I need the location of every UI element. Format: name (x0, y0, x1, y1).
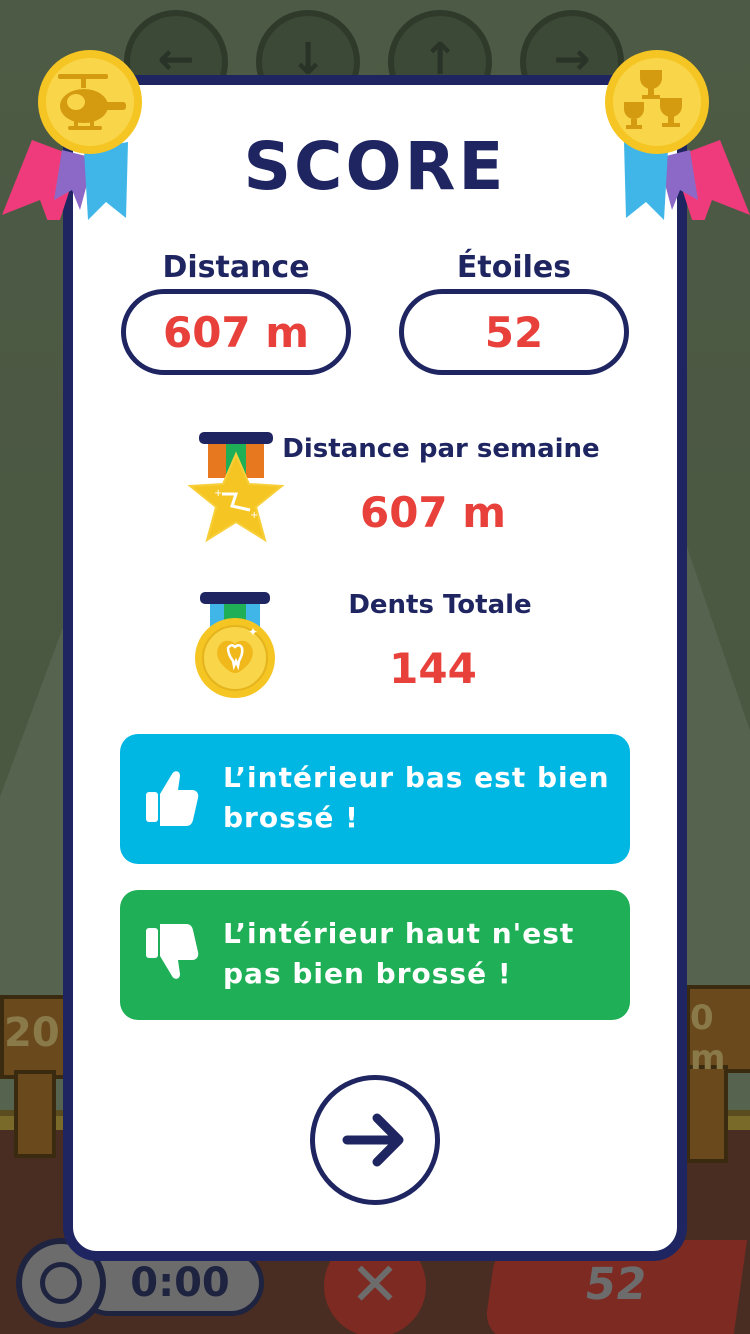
distance-sign-left-label: 20 (4, 1010, 60, 1056)
svg-text:✦: ✦ (248, 625, 258, 639)
thumbs-down-icon (146, 924, 199, 979)
sign-post-left (14, 1070, 56, 1158)
feedback-good: L’intérieur bas est bien brossé ! (120, 734, 630, 864)
stars-value: 52 (399, 289, 629, 375)
star-medal-icon: + + (187, 432, 285, 543)
weekly-distance-value: 607 m (359, 488, 507, 537)
feedback-bad: L’intérieur haut n'est pas bien brossé ! (120, 890, 630, 1020)
arrow-right-icon (342, 1113, 404, 1167)
total-teeth-label: Dents Totale (348, 590, 532, 620)
distance-sign-right-label: 0 m (690, 998, 726, 1078)
stars-label: Étoiles (456, 250, 572, 285)
feedback-bad-text: L’intérieur haut n'est pas bien brossé ! (223, 917, 575, 990)
feedback-good-text: L’intérieur bas est bien brossé ! (223, 761, 610, 834)
svg-text:+: + (214, 488, 222, 499)
sign-post-right (686, 1065, 728, 1163)
total-teeth-value: 144 (389, 644, 477, 693)
thumbs-up-icon (146, 771, 199, 826)
distance-label: Distance (162, 250, 310, 285)
weekly-distance-label: Distance par semaine (282, 434, 600, 464)
tooth-medal-icon: ✦ (195, 592, 275, 698)
next-button[interactable] (310, 1075, 440, 1205)
svg-text:+: + (250, 510, 258, 521)
score-title: SCORE (243, 128, 507, 205)
distance-value: 607 m (121, 289, 351, 375)
